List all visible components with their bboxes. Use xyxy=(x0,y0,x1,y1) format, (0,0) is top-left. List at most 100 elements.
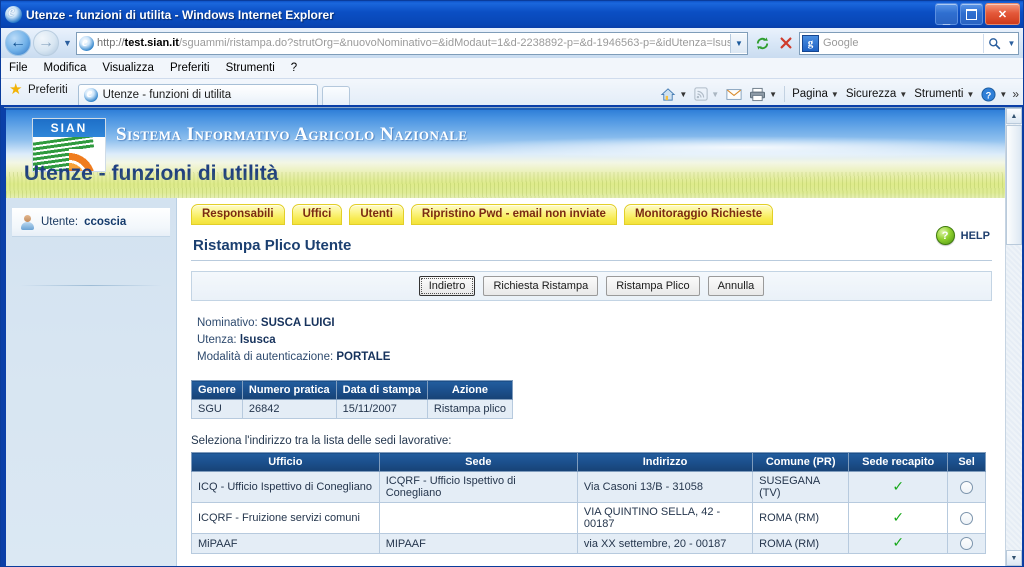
cell-ufficio: ICQRF - Fruizione servizi comuni xyxy=(191,502,380,534)
tab-uffici[interactable]: Uffici xyxy=(291,204,343,225)
search-dropdown-icon[interactable]: ▼ xyxy=(1005,34,1018,53)
sidebar-user-box: Utente: ccoscia xyxy=(12,208,170,237)
user-avatar-icon xyxy=(20,214,35,230)
scroll-up-button[interactable]: ▲ xyxy=(1006,108,1022,124)
sidebar-user-label: Utente: xyxy=(41,216,79,228)
browser-chrome: ▼ http://test.sian.it/sguammi/ristampa.d… xyxy=(1,28,1023,105)
cell-genere: SGU xyxy=(191,399,243,419)
new-tab-button[interactable] xyxy=(321,86,350,105)
tab-utenti[interactable]: Utenti xyxy=(349,204,404,225)
richiesta-ristampa-button[interactable]: Richiesta Ristampa xyxy=(483,276,599,296)
th-numero-pratica: Numero pratica xyxy=(241,380,337,400)
scrollbar-thumb[interactable] xyxy=(1006,125,1022,245)
mail-button[interactable] xyxy=(724,88,744,101)
cell-data-stampa: 15/11/2007 xyxy=(335,399,428,419)
favorites-and-tab-bar: ★ Preferiti Utenze - funzioni di utilita… xyxy=(1,79,1023,105)
address-bar[interactable]: http://test.sian.it/sguammi/ristampa.do?… xyxy=(76,31,748,55)
menu-item-modifica[interactable]: Modifica xyxy=(44,62,87,74)
search-button[interactable] xyxy=(983,33,1005,53)
annulla-button[interactable]: Annulla xyxy=(707,276,765,296)
nominativo-value: SUSCA LUIGI xyxy=(260,317,335,329)
refresh-button[interactable] xyxy=(751,32,773,54)
strumenti-menu[interactable]: Strumenti ▼ xyxy=(912,88,976,100)
cell-ufficio: ICQ - Ufficio Ispettivo di Conegliano xyxy=(191,471,380,503)
search-box[interactable]: g Google ▼ xyxy=(799,31,1019,55)
scroll-down-button[interactable]: ▼ xyxy=(1006,550,1022,566)
title-divider xyxy=(191,260,992,261)
pagina-menu[interactable]: Pagina ▼ xyxy=(790,88,841,100)
tab-favicon-icon xyxy=(83,85,98,102)
stop-icon xyxy=(780,37,792,49)
refresh-icon xyxy=(756,36,768,50)
menu-item-visualizza[interactable]: Visualizza xyxy=(102,62,154,74)
minimize-button[interactable]: _ xyxy=(935,3,958,25)
browser-tab-label: Utenze - funzioni di utilita xyxy=(102,89,232,101)
cell-sel[interactable] xyxy=(947,471,986,503)
table-header-row: Ufficio Sede Indirizzo Comune (PR) Sede … xyxy=(191,452,986,472)
th-sede-recapito: Sede recapito xyxy=(848,452,949,472)
section-tabs: Responsabili Uffici Utenti Ripristino Pw… xyxy=(191,204,992,225)
address-dropdown-icon[interactable]: ▼ xyxy=(730,33,747,53)
web-page: SIAN Sistema Informativo Agricolo Nazion… xyxy=(4,108,1008,566)
utenza-value: lsusca xyxy=(239,334,276,346)
th-sel: Sel xyxy=(947,452,986,472)
cell-indirizzo: VIA QUINTINO SELLA, 42 - 00187 xyxy=(576,502,754,534)
strumenti-label: Strumenti xyxy=(914,88,964,100)
vertical-scrollbar[interactable]: ▲ ▼ xyxy=(1005,108,1022,566)
cell-comune: SUSEGANA (TV) xyxy=(752,471,850,503)
home-icon xyxy=(661,87,676,101)
menu-item-preferiti[interactable]: Preferiti xyxy=(170,62,210,74)
stop-button[interactable] xyxy=(775,32,797,54)
table-row: SGU 26842 15/11/2007 Ristampa plico xyxy=(191,399,514,419)
table-row: ICQRF - Fruizione servizi comuni VIA QUI… xyxy=(191,502,986,534)
browser-window: Utenze - funzioni di utilita - Windows I… xyxy=(0,0,1024,567)
favorites-button[interactable]: ★ Preferiti xyxy=(7,79,78,105)
chevron-down-icon[interactable]: ▼ xyxy=(61,32,74,54)
cell-ufficio: MiPAAF xyxy=(191,533,380,554)
cell-sel[interactable] xyxy=(947,502,986,534)
sicurezza-menu[interactable]: Sicurezza ▼ xyxy=(844,88,909,100)
google-icon: g xyxy=(802,34,819,52)
search-input[interactable]: Google xyxy=(823,37,983,49)
overflow-button[interactable]: » xyxy=(1012,87,1019,101)
maximize-button[interactable] xyxy=(960,3,983,25)
tab-monitoraggio-richieste[interactable]: Monitoraggio Richieste xyxy=(623,204,774,225)
radio-button[interactable] xyxy=(960,480,974,494)
action-button-panel: Indietro Richiesta Ristampa Ristampa Pli… xyxy=(191,271,992,301)
menu-item-file[interactable]: File xyxy=(9,62,28,74)
menu-item-strumenti[interactable]: Strumenti xyxy=(226,62,275,74)
close-button[interactable]: ✕ xyxy=(985,3,1020,25)
chevron-down-icon: ▼ xyxy=(966,89,975,99)
feeds-button[interactable]: ▼ xyxy=(692,87,721,101)
help-menu-button[interactable]: ? ▼ xyxy=(979,86,1009,102)
radio-button[interactable] xyxy=(960,511,974,525)
cell-sede: MIPAAF xyxy=(378,533,578,554)
chevron-down-icon: ▼ xyxy=(830,89,839,99)
browser-tab[interactable]: Utenze - funzioni di utilita xyxy=(77,84,318,105)
radio-button[interactable] xyxy=(960,537,974,550)
print-button[interactable]: ▼ xyxy=(747,87,779,102)
forward-button[interactable] xyxy=(33,30,59,56)
page-title: Ristampa Plico Utente xyxy=(193,237,352,254)
tab-ripristino-pwd[interactable]: Ripristino Pwd - email non inviate xyxy=(410,204,617,225)
th-data-stampa: Data di stampa xyxy=(335,380,428,400)
menu-item-help[interactable]: ? xyxy=(291,62,297,74)
ristampa-plico-button[interactable]: Ristampa Plico xyxy=(606,276,700,296)
indietro-button[interactable]: Indietro xyxy=(418,276,476,296)
window-title: Utenze - funzioni di utilita - Windows I… xyxy=(26,7,334,22)
chevron-down-icon: ▼ xyxy=(999,89,1008,99)
chevron-down-icon: ▼ xyxy=(679,89,688,99)
modalita-label: Modalità di autenticazione: xyxy=(197,351,334,363)
help-link[interactable]: ? HELP xyxy=(935,226,990,245)
maximize-icon xyxy=(961,4,982,24)
url-host: test.sian.it xyxy=(124,37,179,49)
cell-azione[interactable]: Ristampa plico xyxy=(426,399,514,419)
banner-title: Sistema Informativo Agricolo Nazionale xyxy=(116,124,468,145)
th-genere: Genere xyxy=(191,380,243,400)
banner-subtitle: Utenze - funzioni di utilità xyxy=(24,162,279,185)
back-button[interactable] xyxy=(5,30,31,56)
home-button[interactable]: ▼ xyxy=(658,87,689,102)
sian-logo-text: SIAN xyxy=(33,119,105,137)
cell-sel[interactable] xyxy=(947,533,986,554)
tab-responsabili[interactable]: Responsabili xyxy=(191,204,285,225)
